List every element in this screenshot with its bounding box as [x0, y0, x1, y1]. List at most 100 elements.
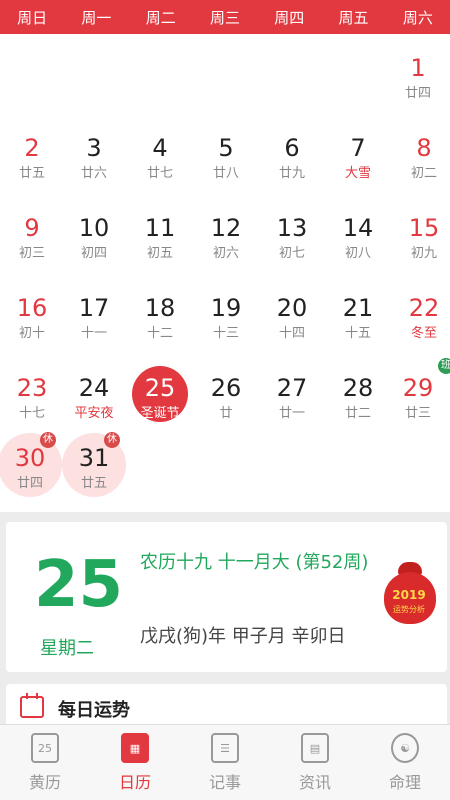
day-cell-10[interactable]: 10 初四	[62, 202, 126, 274]
tab-notes[interactable]: ☰ 记事	[180, 725, 270, 800]
weekday-header: 周日 周一 周二 周三 周四 周五 周六	[0, 0, 450, 34]
selected-weekday: 星期二	[40, 638, 94, 659]
tab-label: 日历	[118, 773, 151, 792]
day-cell-25-selected[interactable]: 25 圣诞节	[128, 362, 192, 434]
lunar-date: 廿五	[18, 166, 45, 181]
lunar-date: 十二	[146, 326, 173, 341]
day-cell-14[interactable]: 14 初八	[326, 202, 390, 274]
lunar-date: 初三	[18, 246, 45, 261]
lunar-date: 十四	[278, 326, 305, 341]
solar-term-label: 冬至	[410, 326, 437, 341]
day-number: 2	[24, 134, 40, 162]
lunar-date: 初八	[344, 246, 371, 261]
day-cell-6[interactable]: 6 廿九	[260, 122, 324, 194]
weekday-thu: 周四	[274, 8, 305, 27]
lunar-date: 廿六	[80, 166, 107, 181]
weekday-fri: 周五	[338, 8, 369, 27]
day-number: 8	[416, 134, 432, 162]
day-cell-30[interactable]: 30 廿四 休	[0, 432, 62, 504]
day-cell-24[interactable]: 24 平安夜	[62, 362, 126, 434]
day-number: 13	[276, 214, 308, 242]
tab-calendar[interactable]: ▦ 日历	[90, 725, 180, 800]
lunar-date: 廿二	[344, 406, 371, 421]
day-cell-9[interactable]: 9 初三	[0, 202, 64, 274]
tab-almanac[interactable]: 25 黄历	[0, 725, 90, 800]
almanac-icon: 25	[31, 733, 59, 763]
lunar-date: 廿五	[80, 476, 107, 491]
day-cell-8[interactable]: 8 初二	[392, 122, 450, 194]
day-cell-29[interactable]: 29 廿三 班	[386, 358, 450, 434]
day-number: 11	[144, 214, 176, 242]
day-number: 21	[342, 294, 374, 322]
lucky-bag-year: 2019	[392, 588, 426, 602]
day-number: 23	[16, 374, 48, 402]
day-cell-7[interactable]: 7 大雪	[326, 122, 390, 194]
day-cell-15[interactable]: 15 初九	[392, 202, 450, 274]
lucky-bag-label: 运势分析	[393, 605, 425, 614]
tab-label: 资讯	[298, 773, 331, 792]
day-cell-12[interactable]: 12 初六	[194, 202, 258, 274]
lunar-date: 廿一	[278, 406, 305, 421]
day-cell-4[interactable]: 4 廿七	[128, 122, 192, 194]
calendar-icon	[20, 693, 44, 718]
day-number: 31	[78, 444, 110, 472]
day-number: 17	[78, 294, 110, 322]
day-number: 18	[144, 294, 176, 322]
rest-day-badge: 休	[104, 432, 120, 448]
day-cell-22[interactable]: 22 冬至	[392, 282, 450, 354]
tab-label: 黄历	[28, 773, 61, 792]
day-cell-3[interactable]: 3 廿六	[62, 122, 126, 194]
lunar-month-info: 农历十九 十一月大 (第52周)	[140, 552, 369, 573]
festival-label: 圣诞节	[140, 406, 180, 421]
day-number: 9	[24, 214, 40, 242]
day-cell-21[interactable]: 21 十五	[326, 282, 390, 354]
weekday-wed: 周三	[209, 8, 240, 27]
day-number: 27	[276, 374, 308, 402]
lunar-date: 初二	[410, 166, 437, 181]
lunar-date: 廿八	[212, 166, 239, 181]
day-cell-28[interactable]: 28 廿二	[326, 362, 390, 434]
weekday-tue: 周二	[145, 8, 176, 27]
lunar-date: 初六	[212, 246, 239, 261]
news-icon: ▤	[301, 733, 329, 763]
day-cell-17[interactable]: 17 十一	[62, 282, 126, 354]
weekday-mon: 周一	[81, 8, 112, 27]
selected-day-number: 25	[34, 548, 124, 622]
day-cell-18[interactable]: 18 十二	[128, 282, 192, 354]
work-day-badge: 班	[438, 358, 450, 374]
day-cell-5[interactable]: 5 廿八	[194, 122, 258, 194]
day-number: 5	[218, 134, 234, 162]
day-cell-27[interactable]: 27 廿一	[260, 362, 324, 434]
tab-label: 命理	[388, 773, 421, 792]
day-cell-20[interactable]: 20 十四	[260, 282, 324, 354]
lunar-date: 廿九	[278, 166, 305, 181]
day-cell-2[interactable]: 2 廿五	[0, 122, 64, 194]
day-number: 1	[410, 54, 426, 82]
day-number: 25	[144, 374, 176, 402]
day-number: 14	[342, 214, 374, 242]
day-cell-31[interactable]: 31 廿五 休	[62, 432, 126, 504]
day-cell-11[interactable]: 11 初五	[128, 202, 192, 274]
day-cell-26[interactable]: 26 廿	[194, 362, 258, 434]
rest-day-badge: 休	[40, 432, 56, 448]
day-number: 6	[284, 134, 300, 162]
day-cell-23[interactable]: 23 十七	[0, 362, 64, 434]
day-number: 7	[350, 134, 366, 162]
day-cell-13[interactable]: 13 初七	[260, 202, 324, 274]
day-cell-19[interactable]: 19 十三	[194, 282, 258, 354]
daily-fortune-section[interactable]: 每日运势	[6, 684, 447, 724]
tab-news[interactable]: ▤ 资讯	[270, 725, 360, 800]
lunar-date: 初九	[410, 246, 437, 261]
day-number: 29	[402, 374, 434, 402]
lunar-date: 初十	[18, 326, 45, 341]
day-cell-1[interactable]: 1 廿四	[386, 42, 450, 114]
day-number: 4	[152, 134, 168, 162]
day-number: 30	[14, 444, 46, 472]
tab-fortune[interactable]: ☯ 命理	[360, 725, 450, 800]
fortune-analysis-button[interactable]: 2019 运势分析	[380, 562, 438, 626]
lunar-date: 初四	[80, 246, 107, 261]
day-cell-16[interactable]: 16 初十	[0, 282, 64, 354]
selected-day-detail-card: 25 星期二 农历十九 十一月大 (第52周) 戊戌(狗)年 甲子月 辛卯日 2…	[6, 522, 447, 672]
weekday-sat: 周六	[402, 8, 433, 27]
lunar-date: 十五	[344, 326, 371, 341]
